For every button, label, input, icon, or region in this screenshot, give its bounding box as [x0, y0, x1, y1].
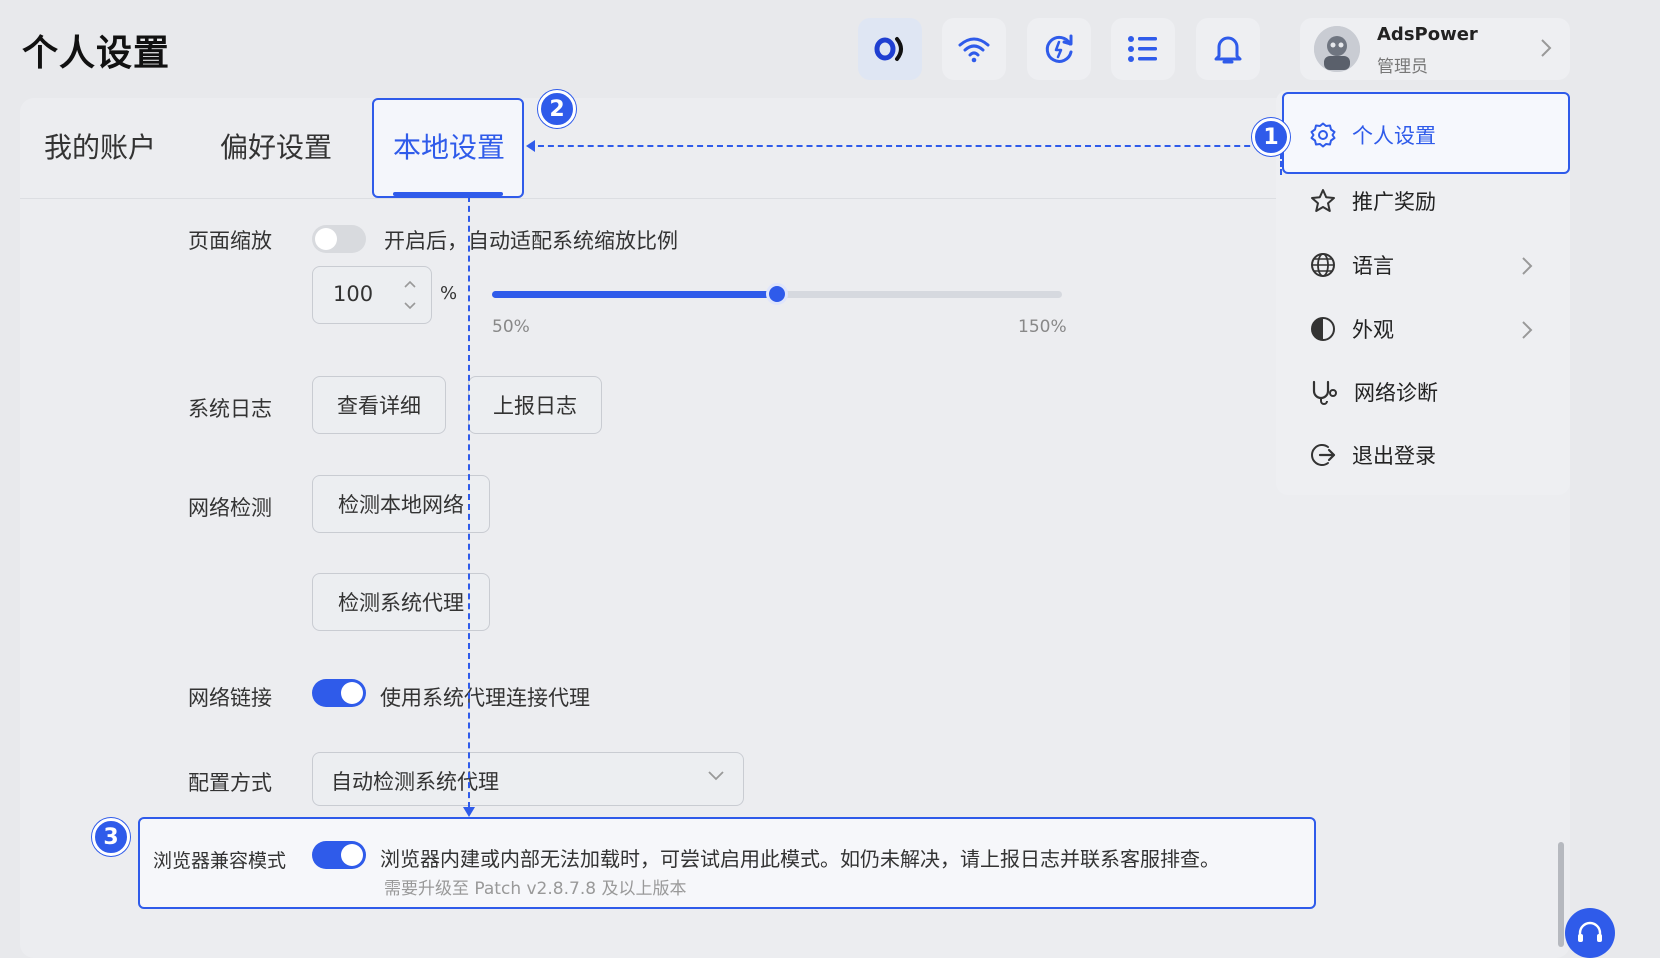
tab-my-account[interactable]: 我的账户	[44, 126, 156, 166]
avatar-image	[1314, 26, 1360, 72]
zoom-slider-fill	[492, 291, 777, 298]
arrow-down-icon	[463, 807, 475, 817]
page-title: 个人设置	[22, 33, 171, 74]
tab-divider	[20, 198, 1280, 199]
user-role: 管理员	[1377, 57, 1428, 77]
scrollbar[interactable]	[1558, 842, 1564, 947]
wifi-button[interactable]	[942, 18, 1006, 80]
view-details-button[interactable]: 查看详细	[312, 376, 446, 434]
zoom-min-label: 50%	[492, 317, 530, 337]
adspower-logo-button[interactable]	[858, 18, 922, 80]
user-menu-button[interactable]: AdsPower 管理员	[1300, 18, 1570, 80]
report-log-button[interactable]: 上报日志	[468, 376, 602, 434]
zoom-max-label: 150%	[1018, 317, 1067, 337]
page-zoom-toggle[interactable]	[312, 225, 366, 253]
gear-icon	[1310, 122, 1336, 148]
chevron-right-icon	[1522, 321, 1533, 339]
user-name: AdsPower	[1377, 24, 1478, 45]
zoom-value: 100	[333, 282, 374, 306]
page-zoom-toggle-text: 开启后，自动适配系统缩放比例	[384, 229, 678, 253]
notification-button[interactable]	[1196, 18, 1260, 80]
headset-icon	[1578, 921, 1602, 942]
network-link-label: 网络链接	[188, 686, 272, 710]
sync-button[interactable]	[1027, 18, 1091, 80]
appearance-icon	[1311, 317, 1335, 341]
page-zoom-label: 页面缩放	[188, 229, 272, 253]
tab-preferences[interactable]: 偏好设置	[220, 126, 332, 166]
menu-item-label: 推广奖励	[1352, 190, 1436, 214]
config-mode-select[interactable]: 自动检测系统代理	[312, 752, 744, 806]
config-mode-label: 配置方式	[188, 771, 272, 795]
network-link-toggle-text: 使用系统代理连接代理	[380, 686, 590, 710]
browser-compat-toggle[interactable]	[312, 841, 366, 869]
browser-compat-description: 浏览器内建或内部无法加载时，可尝试启用此模式。如仍未解决，请上报日志并联系客服排…	[380, 847, 1220, 871]
arrow-left-icon	[526, 140, 535, 152]
list-icon	[1128, 36, 1157, 62]
annotation-connector-vertical	[468, 196, 470, 808]
chevron-right-icon	[1522, 257, 1533, 275]
network-link-toggle[interactable]	[312, 679, 366, 707]
customer-support-button[interactable]	[1565, 908, 1615, 958]
bell-icon	[1214, 36, 1242, 64]
network-check-label: 网络检测	[188, 496, 272, 520]
task-list-button[interactable]	[1111, 18, 1175, 80]
browser-compat-version-note: 需要升级至 Patch v2.8.7.8 及以上版本	[384, 879, 687, 899]
step-marker-1: 1	[1252, 118, 1290, 156]
adspower-logo-icon	[874, 37, 903, 61]
logout-icon	[1311, 444, 1336, 466]
menu-item-label: 网络诊断	[1354, 381, 1438, 405]
menu-item-network-diagnosis[interactable]: 网络诊断	[1310, 377, 1438, 407]
chevron-down-icon	[708, 771, 724, 781]
menu-item-appearance[interactable]: 外观	[1310, 314, 1394, 344]
menu-item-label: 语言	[1352, 254, 1394, 278]
check-system-proxy-button[interactable]: 检测系统代理	[312, 573, 490, 631]
menu-item-label: 外观	[1352, 318, 1394, 342]
menu-item-language[interactable]: 语言	[1310, 250, 1394, 280]
config-mode-value: 自动检测系统代理	[331, 770, 499, 794]
menu-item-label: 退出登录	[1352, 444, 1436, 468]
system-log-label: 系统日志	[188, 397, 272, 421]
sync-icon	[1045, 34, 1073, 63]
globe-icon	[1311, 253, 1335, 277]
chevron-right-icon	[1541, 39, 1552, 57]
step-marker-3: 3	[92, 818, 130, 856]
avatar	[1314, 26, 1360, 72]
zoom-unit: %	[440, 283, 458, 304]
annotation-connector-horizontal	[528, 145, 1280, 147]
zoom-value-input[interactable]: 100	[312, 266, 432, 324]
stepper-icon[interactable]	[403, 279, 417, 311]
zoom-slider-thumb[interactable]	[766, 283, 788, 305]
stethoscope-icon	[1312, 380, 1337, 405]
menu-item-personal-settings[interactable]: 个人设置	[1310, 120, 1436, 150]
menu-item-referral-rewards[interactable]: 推广奖励	[1310, 186, 1436, 216]
menu-item-label: 个人设置	[1352, 124, 1436, 148]
active-tab-indicator	[393, 192, 503, 196]
check-local-network-button[interactable]: 检测本地网络	[312, 475, 490, 533]
star-icon	[1311, 189, 1335, 212]
browser-compat-label: 浏览器兼容模式	[153, 850, 287, 872]
menu-item-logout[interactable]: 退出登录	[1310, 440, 1436, 470]
tab-local-settings[interactable]: 本地设置	[393, 126, 505, 166]
wifi-icon	[958, 37, 990, 63]
step-marker-2: 2	[538, 90, 576, 128]
